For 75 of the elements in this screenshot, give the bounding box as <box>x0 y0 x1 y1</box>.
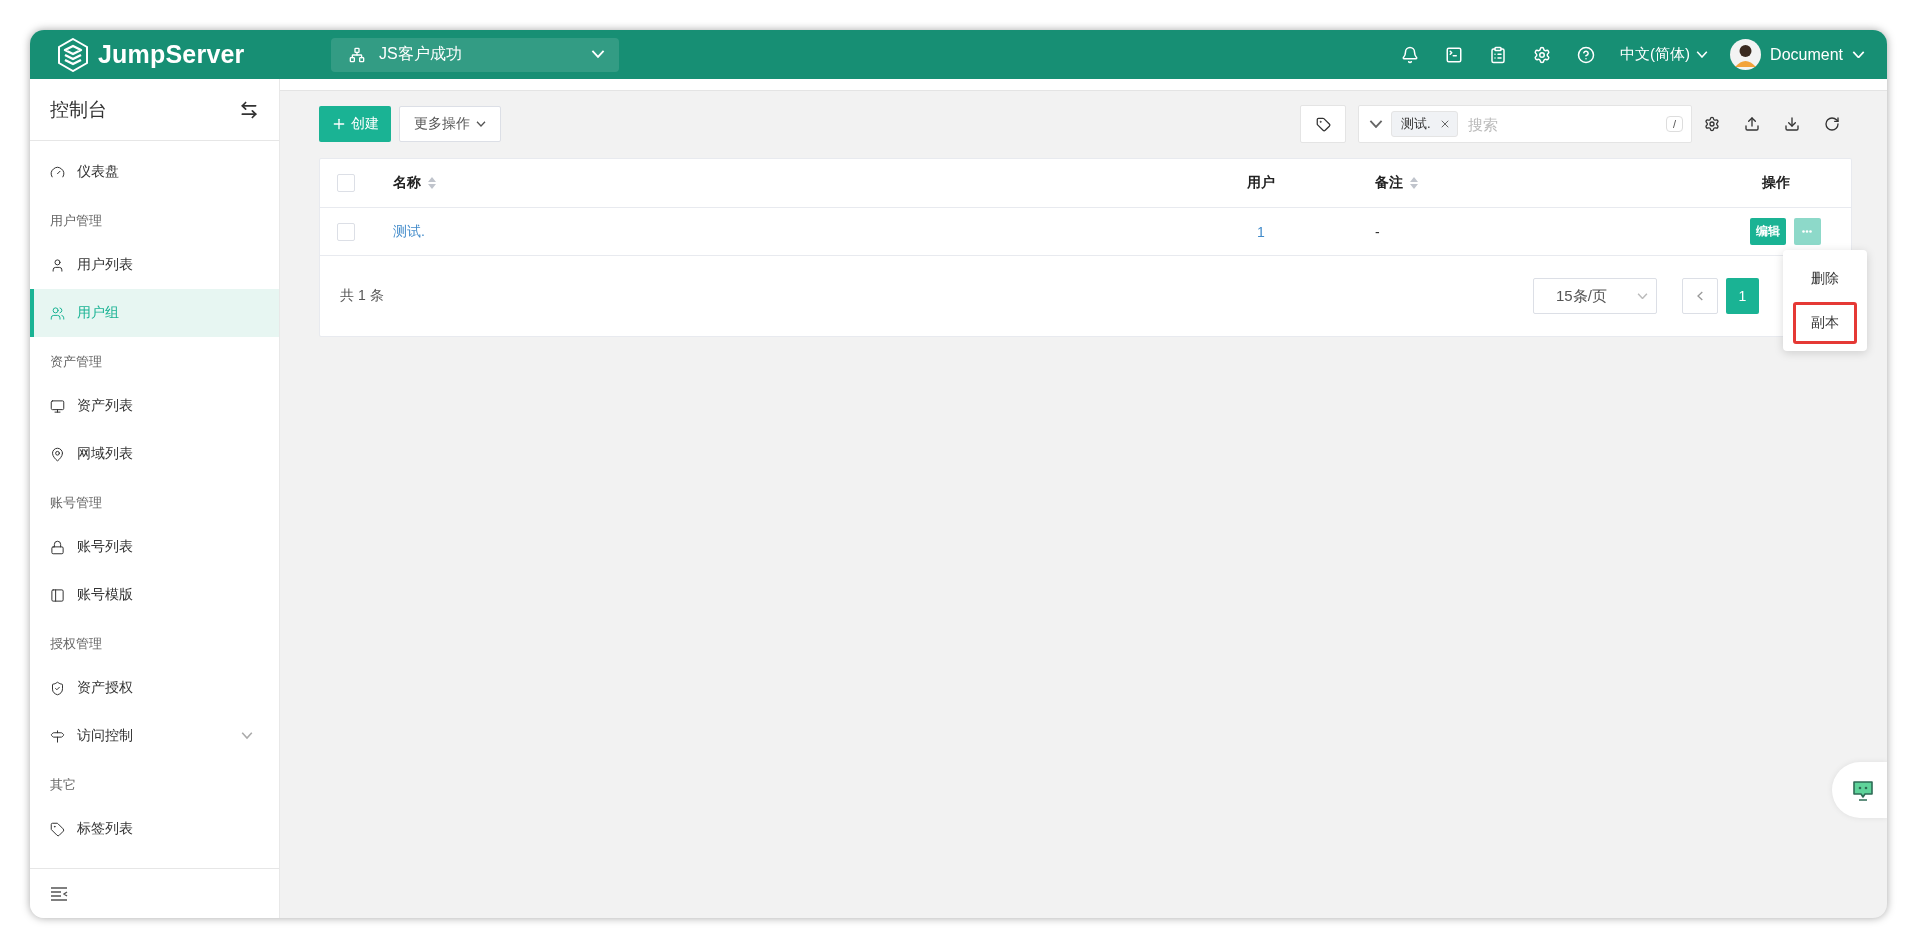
sidebar-item-icon <box>50 539 65 555</box>
sort-icon <box>1409 176 1419 190</box>
sidebar-item-icon <box>50 398 65 414</box>
filter-chip-label: 测试. <box>1401 115 1431 133</box>
swap-arrows-icon <box>239 99 259 120</box>
sidebar-item-icon <box>50 305 65 321</box>
sort-icon <box>427 176 437 190</box>
user-menu[interactable]: Document <box>1730 39 1865 70</box>
clipboard-icon <box>1489 45 1508 64</box>
chevron-down-icon <box>1637 292 1648 300</box>
sidebar-item[interactable]: 仪表盘 <box>30 148 279 196</box>
sidebar-item-icon <box>50 821 65 837</box>
help-icon <box>1577 45 1596 64</box>
sidebar-item[interactable]: 账号模版 <box>30 571 279 619</box>
tag-icon <box>1315 116 1331 132</box>
sidebar-item-icon <box>50 680 65 696</box>
sidebar-group-label: 其它 <box>49 776 77 794</box>
sidebar-item-icon <box>50 587 65 603</box>
plus-icon <box>331 116 347 132</box>
sidebar-item[interactable]: 标签列表 <box>30 805 279 853</box>
checkbox[interactable] <box>337 174 355 192</box>
bell-icon <box>1401 45 1420 64</box>
language-selector[interactable]: 中文(简体) <box>1620 45 1709 64</box>
sidebar-item[interactable]: 账号列表 <box>30 523 279 571</box>
checkbox[interactable] <box>337 222 355 241</box>
column-header[interactable]: 备注 <box>1321 174 1701 192</box>
search-field[interactable]: 搜索 <box>1465 114 1658 134</box>
sidebar-item-icon <box>50 257 65 273</box>
sidebar-item[interactable]: 资产列表 <box>30 382 279 430</box>
chevron-left-icon <box>1697 291 1703 301</box>
chevron-down-icon <box>591 50 605 59</box>
sidebar-item-icon <box>50 164 65 180</box>
upload-icon <box>1744 116 1760 132</box>
sidebar-group-label: 资产管理 <box>49 353 103 371</box>
search-bar[interactable]: 测试. 搜索 / <box>1358 105 1692 143</box>
chat-button[interactable] <box>1832 762 1887 818</box>
download-icon <box>1784 116 1800 132</box>
sidebar-group-label: 授权管理 <box>49 635 103 653</box>
table-cell-text: - <box>1374 223 1381 240</box>
sidebar-item[interactable]: 网域列表 <box>30 430 279 478</box>
sidebar-item[interactable]: 访问控制 <box>30 712 279 760</box>
refresh-icon <box>1824 116 1840 132</box>
more-actions-button[interactable]: 更多操作 <box>399 106 501 142</box>
settings-icon <box>1704 116 1720 132</box>
ellipsis-icon <box>1802 230 1812 233</box>
column-header: 操作 <box>1761 174 1791 192</box>
page-size-select[interactable]: 15条/页 <box>1533 278 1657 314</box>
column-header: 用户 <box>1246 174 1276 192</box>
chevron-down-icon <box>476 121 486 127</box>
switch-view-button[interactable] <box>239 99 259 120</box>
terminal-icon <box>1445 45 1464 64</box>
name-link[interactable]: 测试. <box>373 222 1201 241</box>
chat-bubble-icon <box>1850 778 1875 802</box>
shortcut-key: / <box>1665 116 1683 132</box>
sidebar-group-label: 账号管理 <box>49 494 103 512</box>
chevron-down-icon <box>1696 50 1709 59</box>
logo-icon <box>56 37 90 72</box>
sidebar-item[interactable]: 资产授权 <box>30 664 279 712</box>
users-count-link[interactable]: 1 <box>1201 223 1321 240</box>
chevron-down-icon <box>1852 50 1865 59</box>
sidebar-title: 控制台 <box>50 97 107 122</box>
menu-item[interactable]: 副本 <box>1793 301 1857 344</box>
tag-filter-button[interactable] <box>1300 105 1346 143</box>
avatar-icon <box>1730 39 1762 70</box>
sidebar-group-label: 用户管理 <box>49 212 103 230</box>
hierarchy-icon <box>349 46 365 63</box>
chevron-down-icon <box>1369 119 1383 129</box>
brand-name: JumpServer <box>98 40 245 69</box>
total-count: 共 1 条 <box>340 287 384 305</box>
sidebar-item-icon <box>50 728 65 744</box>
sidebar-item[interactable]: 用户列表 <box>30 241 279 289</box>
sidebar-item-icon <box>50 446 65 462</box>
collapse-menu-icon[interactable] <box>50 886 68 901</box>
column-header[interactable]: 名称 <box>373 174 1201 192</box>
settings-icon <box>1533 45 1552 64</box>
